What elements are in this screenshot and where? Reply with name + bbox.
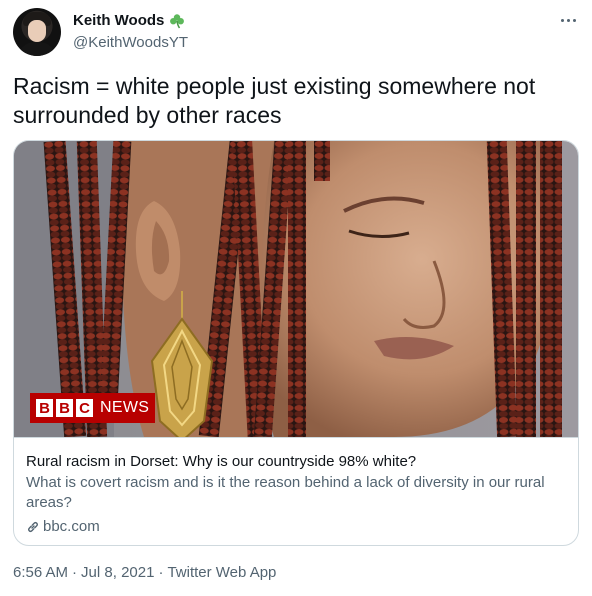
tweet-date[interactable]: Jul 8, 2021	[81, 564, 154, 581]
avatar-shirt	[17, 42, 57, 56]
card-meta[interactable]: Rural racism in Dorset: Why is our count…	[14, 437, 578, 545]
bbc-logo-word: NEWS	[100, 399, 150, 416]
bbc-news-logo: B B C NEWS	[30, 393, 156, 423]
tweet-time[interactable]: 6:56 AM	[13, 564, 68, 581]
tweet-metadata: 6:56 AM · Jul 8, 2021 · Twitter Web App	[13, 564, 276, 581]
author-name-row: Keith Woods	[73, 12, 185, 29]
card-title: Rural racism in Dorset: Why is our count…	[26, 453, 417, 470]
shamrock-icon	[170, 13, 185, 28]
bbc-logo-letter: B	[36, 399, 53, 417]
bbc-logo-letter: C	[76, 399, 93, 417]
author-handle[interactable]: @KeithWoodsYT	[73, 34, 188, 51]
tweet-text: Racism = white people just existing some…	[13, 73, 536, 128]
more-dot-icon	[560, 18, 564, 22]
card-description: What is covert racism and is it the reas…	[26, 474, 545, 511]
separator: ·	[158, 564, 164, 581]
card-image[interactable]: B B C NEWS	[14, 141, 578, 437]
avatar[interactable]	[13, 8, 61, 56]
link-card[interactable]: B B C NEWS Rural racism in Dorset: Why i…	[13, 140, 579, 546]
more-dot-icon	[566, 18, 570, 22]
tweet: Keith Woods @KeithWoodsYT Racism = white…	[0, 0, 592, 596]
tweet-source[interactable]: Twitter Web App	[167, 564, 276, 581]
card-domain: bbc.com	[43, 518, 100, 535]
author-display-name[interactable]: Keith Woods	[73, 12, 164, 29]
more-options-button[interactable]	[556, 8, 580, 32]
avatar-face	[28, 20, 46, 42]
card-domain-row: bbc.com	[26, 517, 566, 537]
link-icon	[28, 521, 38, 533]
bbc-logo-letter: B	[56, 399, 73, 417]
separator: ·	[72, 564, 78, 581]
more-dot-icon	[572, 18, 576, 22]
